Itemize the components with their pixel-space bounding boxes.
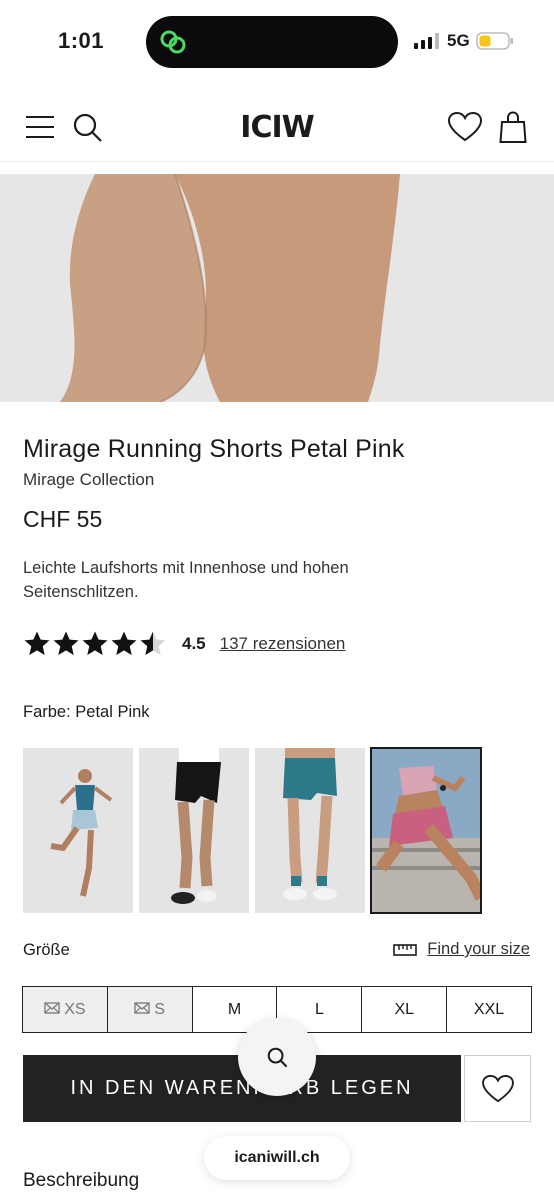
description-section-title[interactable]: Beschreibung: [23, 1170, 139, 1192]
find-your-size-label: Find your size: [427, 940, 530, 958]
link-icon: [160, 30, 186, 54]
search-icon: [267, 1047, 288, 1068]
star-full-icon: [24, 631, 50, 655]
hero-photo: [0, 174, 554, 402]
size-option-label: L: [314, 1000, 324, 1018]
color-swatch-teal[interactable]: [255, 748, 365, 913]
rating-value: 4.5: [182, 634, 206, 653]
product-price: CHF 55: [23, 506, 103, 532]
swatch-photo: [371, 748, 481, 913]
reviews-link[interactable]: 137 rezensionen: [220, 634, 346, 654]
star-half-icon: [140, 631, 166, 655]
heart-icon: [448, 112, 482, 142]
size-option-label: S: [154, 1000, 166, 1018]
rating-stars: [23, 630, 167, 658]
site-header: ICIW: [0, 96, 554, 162]
swatch-photo: [139, 748, 249, 913]
ruler-icon: [393, 943, 418, 956]
signal-icon: [414, 33, 439, 49]
cart-button[interactable]: [496, 110, 530, 144]
size-option-label: XL: [394, 1000, 415, 1018]
add-to-wishlist-button[interactable]: [464, 1055, 531, 1122]
size-option-xs[interactable]: XS: [23, 987, 108, 1032]
size-option-label: M: [227, 1000, 242, 1018]
product-short-description: Leichte Laufshorts mit Innenhose und hoh…: [23, 559, 349, 601]
swatch-photo: [255, 748, 365, 913]
notify-envelope-icon: [134, 1001, 151, 1019]
browser-url-bar[interactable]: icaniwill.ch: [204, 1136, 350, 1180]
battery-icon: [476, 32, 513, 50]
heart-icon: [481, 1074, 514, 1102]
product-title: Mirage Running Shorts Petal Pink: [23, 435, 405, 463]
size-option-s[interactable]: S: [107, 987, 193, 1032]
find-your-size-link[interactable]: Find your size: [393, 940, 530, 959]
star-full-icon: [53, 631, 79, 655]
color-swatch-black[interactable]: [139, 748, 249, 913]
product-collection[interactable]: Mirage Collection: [23, 470, 154, 490]
size-option-label: XS: [64, 1000, 86, 1018]
product-image[interactable]: [0, 174, 554, 402]
floating-search-button[interactable]: [238, 1018, 316, 1096]
dynamic-island: [146, 16, 398, 68]
color-swatches: [23, 747, 482, 914]
size-label: Größe: [23, 941, 70, 959]
star-full-icon: [111, 631, 137, 655]
status-bar: 1:01 5G: [0, 0, 554, 84]
color-swatch-light-blue[interactable]: [23, 748, 133, 913]
network-type: 5G: [447, 31, 470, 50]
star-full-icon: [82, 631, 108, 655]
swatch-photo: [23, 748, 133, 913]
wishlist-button[interactable]: [448, 110, 482, 144]
rating-row[interactable]: 4.5 137 rezensionen: [23, 628, 345, 660]
color-label: Farbe: Petal Pink: [23, 703, 150, 721]
notify-envelope-icon: [44, 1001, 60, 1019]
shopping-bag-icon: [499, 111, 527, 143]
size-option-xl[interactable]: XL: [362, 987, 448, 1032]
color-swatch-petal-pink[interactable]: [370, 747, 482, 914]
size-option-xxl[interactable]: XXL: [447, 987, 531, 1032]
status-time: 1:01: [58, 28, 105, 53]
size-option-label: XXL: [473, 1000, 505, 1018]
